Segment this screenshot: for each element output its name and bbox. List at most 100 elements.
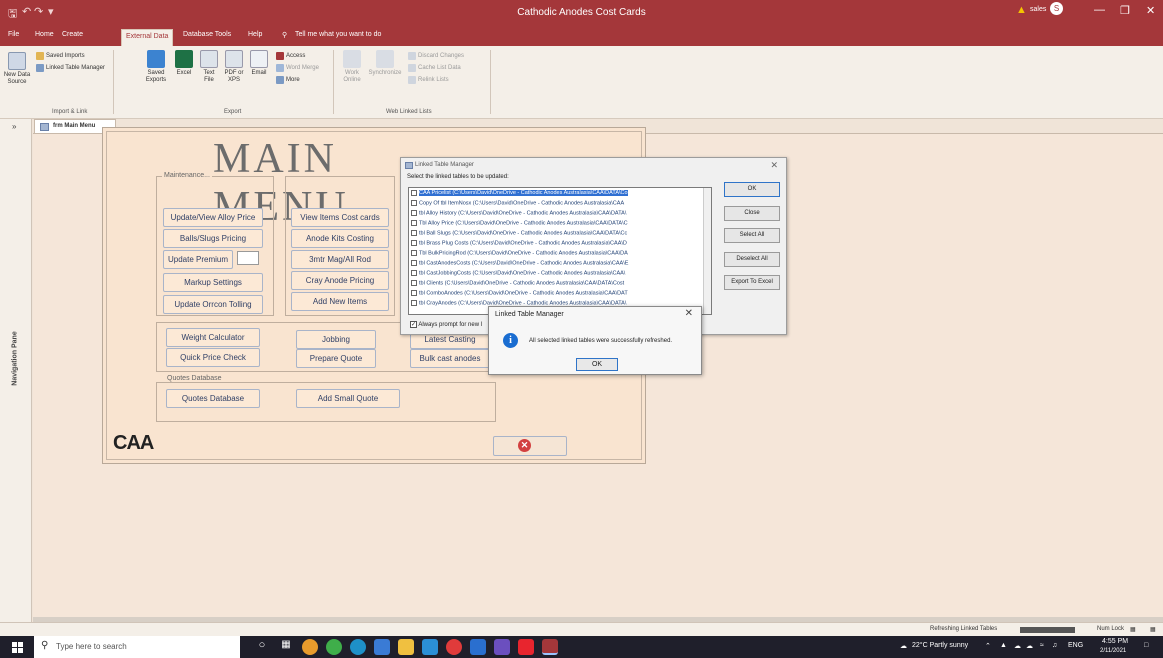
opera-icon[interactable]: [446, 639, 462, 655]
update-premium-button[interactable]: Update Premium: [163, 250, 233, 269]
tab-external-data[interactable]: External Data: [121, 29, 174, 46]
list-item[interactable]: tbl CastJobbingCosts (C:\Users\David\One…: [411, 270, 701, 278]
edge-icon[interactable]: [350, 639, 366, 655]
jobbing-button[interactable]: Jobbing: [296, 330, 376, 349]
new-data-source-button[interactable]: New Data Source: [2, 52, 32, 86]
word-merge-button[interactable]: Word Merge: [276, 64, 319, 72]
premium-input[interactable]: [237, 251, 259, 265]
tab-database-tools[interactable]: Database Tools: [183, 31, 231, 38]
list-item[interactable]: tbl Ball Slugs (C:\Users\David\OneDrive …: [411, 230, 701, 238]
volume-icon[interactable]: ♫: [1052, 642, 1057, 649]
cortana-icon[interactable]: ○: [254, 639, 270, 655]
clock-date[interactable]: 2/11/2021: [1100, 648, 1126, 654]
firefox-icon[interactable]: [302, 639, 318, 655]
balls-slugs-pricing-button[interactable]: Balls/Slugs Pricing: [163, 229, 263, 248]
user-avatar[interactable]: S: [1050, 2, 1063, 15]
wifi-icon[interactable]: ≈: [1040, 642, 1044, 649]
windows-start-icon[interactable]: [12, 642, 23, 653]
weather-icon[interactable]: ☁: [900, 642, 907, 650]
close-form-button[interactable]: ✕: [493, 436, 567, 456]
linked-tables-list[interactable]: CAA Pricelist (C:\Users\David\OneDrive -…: [408, 187, 712, 315]
list-item[interactable]: Tbl Alloy Price (C:\Users\David\OneDrive…: [411, 220, 701, 228]
weather-text[interactable]: 22°C Partly sunny: [912, 642, 968, 649]
taskbar-search[interactable]: ⚲ Type here to search: [34, 636, 240, 658]
cloud-icon[interactable]: ☁: [1014, 642, 1021, 650]
cache-list-data-button[interactable]: Cache List Data: [408, 64, 461, 72]
tab-help[interactable]: Help: [248, 31, 262, 38]
bulk-cast-anodes-button[interactable]: Bulk cast anodes: [410, 349, 490, 368]
update-orrcon-tolling-button[interactable]: Update Orrcon Tolling: [163, 295, 263, 314]
group-export: Export: [224, 109, 242, 115]
list-item[interactable]: tbl CastAnodesCosts (C:\Users\David\OneD…: [411, 260, 701, 268]
message-ok-button[interactable]: OK: [576, 358, 618, 371]
list-item[interactable]: tbl Brass Plug Costs (C:\Users\David\One…: [411, 240, 701, 248]
task-view-icon[interactable]: ▦: [278, 639, 294, 655]
text-file-export-button[interactable]: Text File: [198, 50, 220, 84]
form-view-icon[interactable]: ▦: [1130, 626, 1136, 633]
relink-lists-button[interactable]: Relink Lists: [408, 76, 449, 84]
add-small-quote-button[interactable]: Add Small Quote: [296, 389, 400, 408]
cray-anode-pricing-button[interactable]: Cray Anode Pricing: [291, 271, 389, 290]
store-icon[interactable]: [374, 639, 390, 655]
access-export-button[interactable]: Access: [276, 52, 305, 60]
list-item[interactable]: CAA Pricelist (C:\Users\David\OneDrive -…: [411, 190, 701, 198]
file-explorer-icon[interactable]: [398, 639, 414, 655]
tab-file[interactable]: File: [8, 31, 19, 38]
more-export-button[interactable]: More: [276, 76, 300, 84]
quotes-database-button[interactable]: Quotes Database: [166, 389, 260, 408]
access-icon[interactable]: [542, 639, 558, 655]
anode-kits-costing-button[interactable]: Anode Kits Costing: [291, 229, 389, 248]
clock-time[interactable]: 4:55 PM: [1102, 638, 1128, 645]
synchronize-button[interactable]: Synchronize: [366, 50, 404, 77]
restore-icon[interactable]: ❐: [1120, 4, 1130, 17]
markup-settings-button[interactable]: Markup Settings: [163, 273, 263, 292]
chrome-icon[interactable]: [326, 639, 342, 655]
always-prompt-checkbox[interactable]: ✓ Always prompt for new l: [410, 321, 482, 328]
ok-button[interactable]: OK: [724, 182, 780, 197]
list-item[interactable]: tbl Clients (C:\Users\David\OneDrive - C…: [411, 280, 701, 288]
quick-price-check-button[interactable]: Quick Price Check: [166, 348, 260, 367]
close-button[interactable]: Close: [724, 206, 780, 221]
expand-chevron-icon[interactable]: »: [12, 122, 16, 131]
tab-home[interactable]: Home: [35, 31, 54, 38]
list-item[interactable]: Tbl BulkPricingRod (C:\Users\David\OneDr…: [411, 250, 701, 258]
outlook-icon[interactable]: [470, 639, 486, 655]
tab-create[interactable]: Create: [62, 31, 83, 38]
discard-changes-button[interactable]: Discard Changes: [408, 52, 464, 60]
select-all-button[interactable]: Select All: [724, 228, 780, 243]
saved-imports-button[interactable]: Saved Imports: [36, 52, 85, 60]
minimize-icon[interactable]: —: [1094, 4, 1105, 16]
linked-table-manager-button[interactable]: Linked Table Manager: [36, 64, 105, 72]
tell-me-box[interactable]: Tell me what you want to do: [295, 31, 381, 38]
email-export-button[interactable]: Email: [248, 50, 270, 77]
list-item[interactable]: tbl Alloy History (C:\Users\David\OneDri…: [411, 210, 701, 218]
message-close-icon[interactable]: ✕: [685, 308, 693, 319]
notifications-icon[interactable]: □: [1144, 642, 1148, 649]
deselect-all-button[interactable]: Deselect All: [724, 252, 780, 267]
close-window-icon[interactable]: ✕: [1146, 4, 1155, 17]
view-items-cost-cards-button[interactable]: View Items Cost cards: [291, 208, 389, 227]
saved-exports-button[interactable]: Saved Exports: [142, 50, 170, 84]
add-new-items-button[interactable]: Add New Items: [291, 292, 389, 311]
weight-calculator-button[interactable]: Weight Calculator: [166, 328, 260, 347]
mail-icon[interactable]: [422, 639, 438, 655]
list-item[interactable]: Copy Of tbl ItemNosx (C:\Users\David\One…: [411, 200, 701, 208]
dialog-close-icon[interactable]: ✕: [770, 160, 778, 171]
list-scrollbar[interactable]: [703, 188, 711, 314]
onedrive-icon[interactable]: ☁: [1026, 642, 1033, 650]
update-alloy-price-button[interactable]: Update/View Alloy Price: [163, 208, 263, 227]
export-to-excel-button[interactable]: Export To Excel: [724, 275, 780, 290]
mag-alli-rod-button[interactable]: 3mtr Mag/All Rod: [291, 250, 389, 269]
prepare-quote-button[interactable]: Prepare Quote: [296, 349, 376, 368]
app-icon[interactable]: [494, 639, 510, 655]
user-name[interactable]: sales: [1030, 6, 1046, 13]
work-online-button[interactable]: Work Online: [340, 50, 364, 84]
language-indicator[interactable]: ENG: [1068, 642, 1083, 649]
list-item[interactable]: tbl ComboAnodes (C:\Users\David\OneDrive…: [411, 290, 701, 298]
youtube-icon[interactable]: [518, 639, 534, 655]
tray-chevron-icon[interactable]: ⌃: [985, 642, 991, 650]
pdf-export-button[interactable]: PDF or XPS: [222, 50, 246, 84]
design-view-icon[interactable]: ▦: [1150, 626, 1156, 633]
excel-export-button[interactable]: Excel: [172, 50, 196, 77]
network-icon[interactable]: ▲: [1000, 642, 1007, 649]
